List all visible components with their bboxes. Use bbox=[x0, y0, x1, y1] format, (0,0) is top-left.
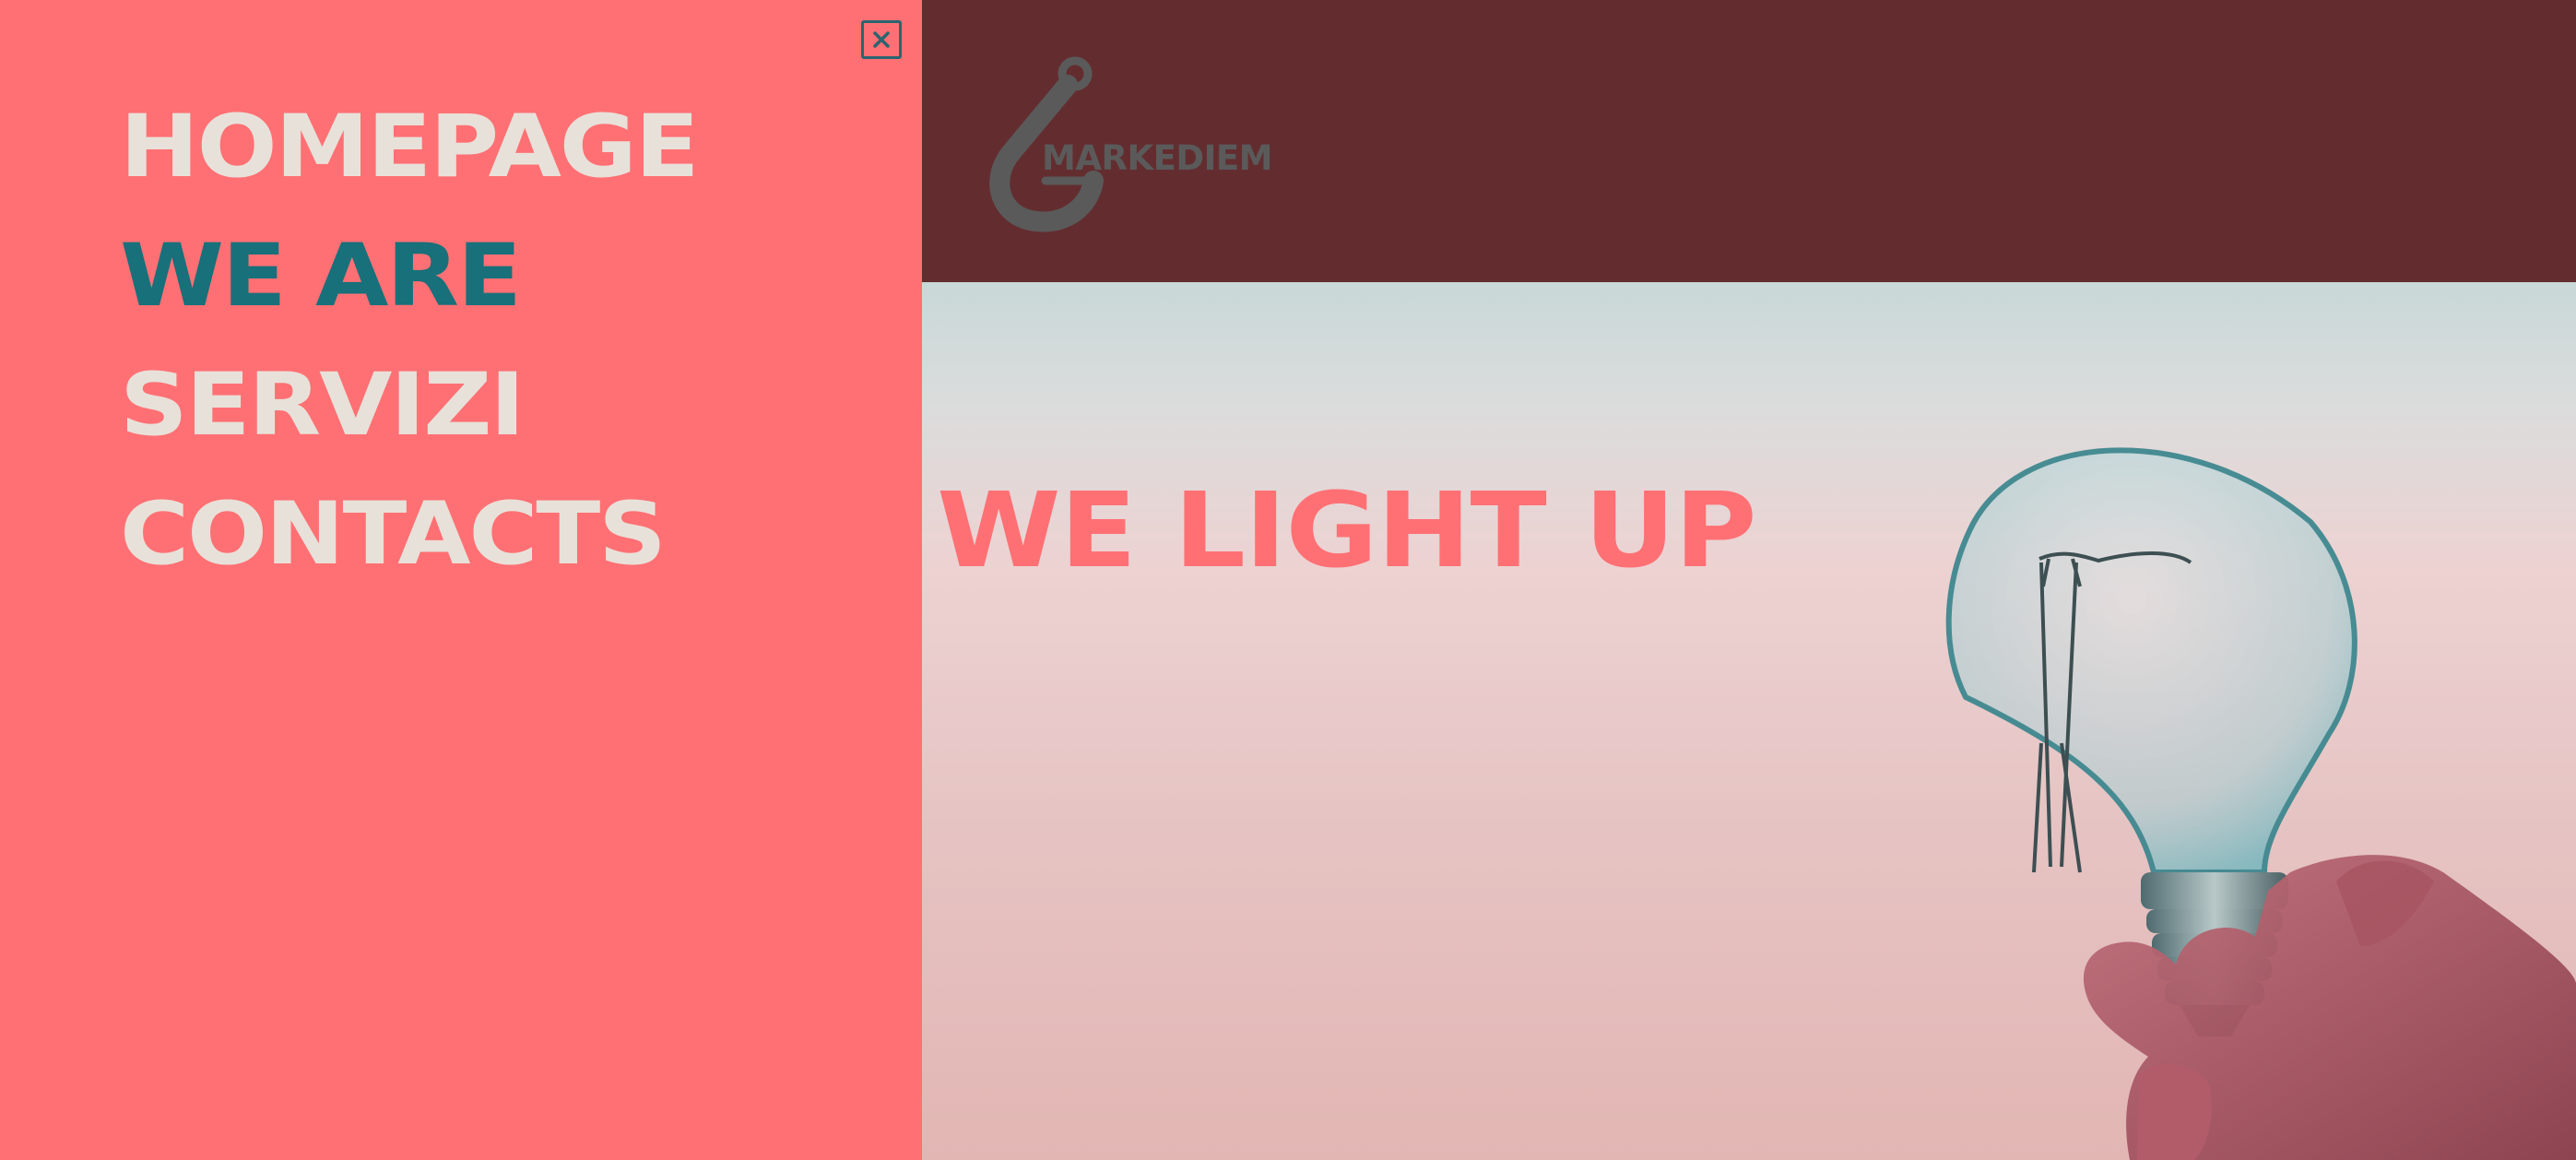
menu-item-servizi[interactable]: SERVIZI bbox=[120, 358, 697, 487]
close-menu-button[interactable] bbox=[861, 20, 902, 59]
hero-title: WE LIGHT UP bbox=[937, 471, 1757, 591]
menu-item-we-are[interactable]: WE ARE bbox=[120, 229, 697, 358]
site-header: MARKEDIEM bbox=[922, 0, 2576, 282]
menu-list: HOMEPAGE WE ARE SERVIZI CONTACTS bbox=[120, 100, 700, 616]
light-bulb-image bbox=[1945, 447, 2576, 1160]
hero-section bbox=[922, 282, 2576, 1160]
close-icon bbox=[873, 31, 890, 48]
logo[interactable]: MARKEDIEM bbox=[975, 50, 1326, 234]
logo-text: MARKEDIEM bbox=[1042, 138, 1272, 178]
menu-panel: HOMEPAGE WE ARE SERVIZI CONTACTS bbox=[0, 0, 922, 1160]
menu-item-contacts[interactable]: CONTACTS bbox=[120, 487, 697, 616]
menu-item-homepage[interactable]: HOMEPAGE bbox=[120, 100, 700, 229]
